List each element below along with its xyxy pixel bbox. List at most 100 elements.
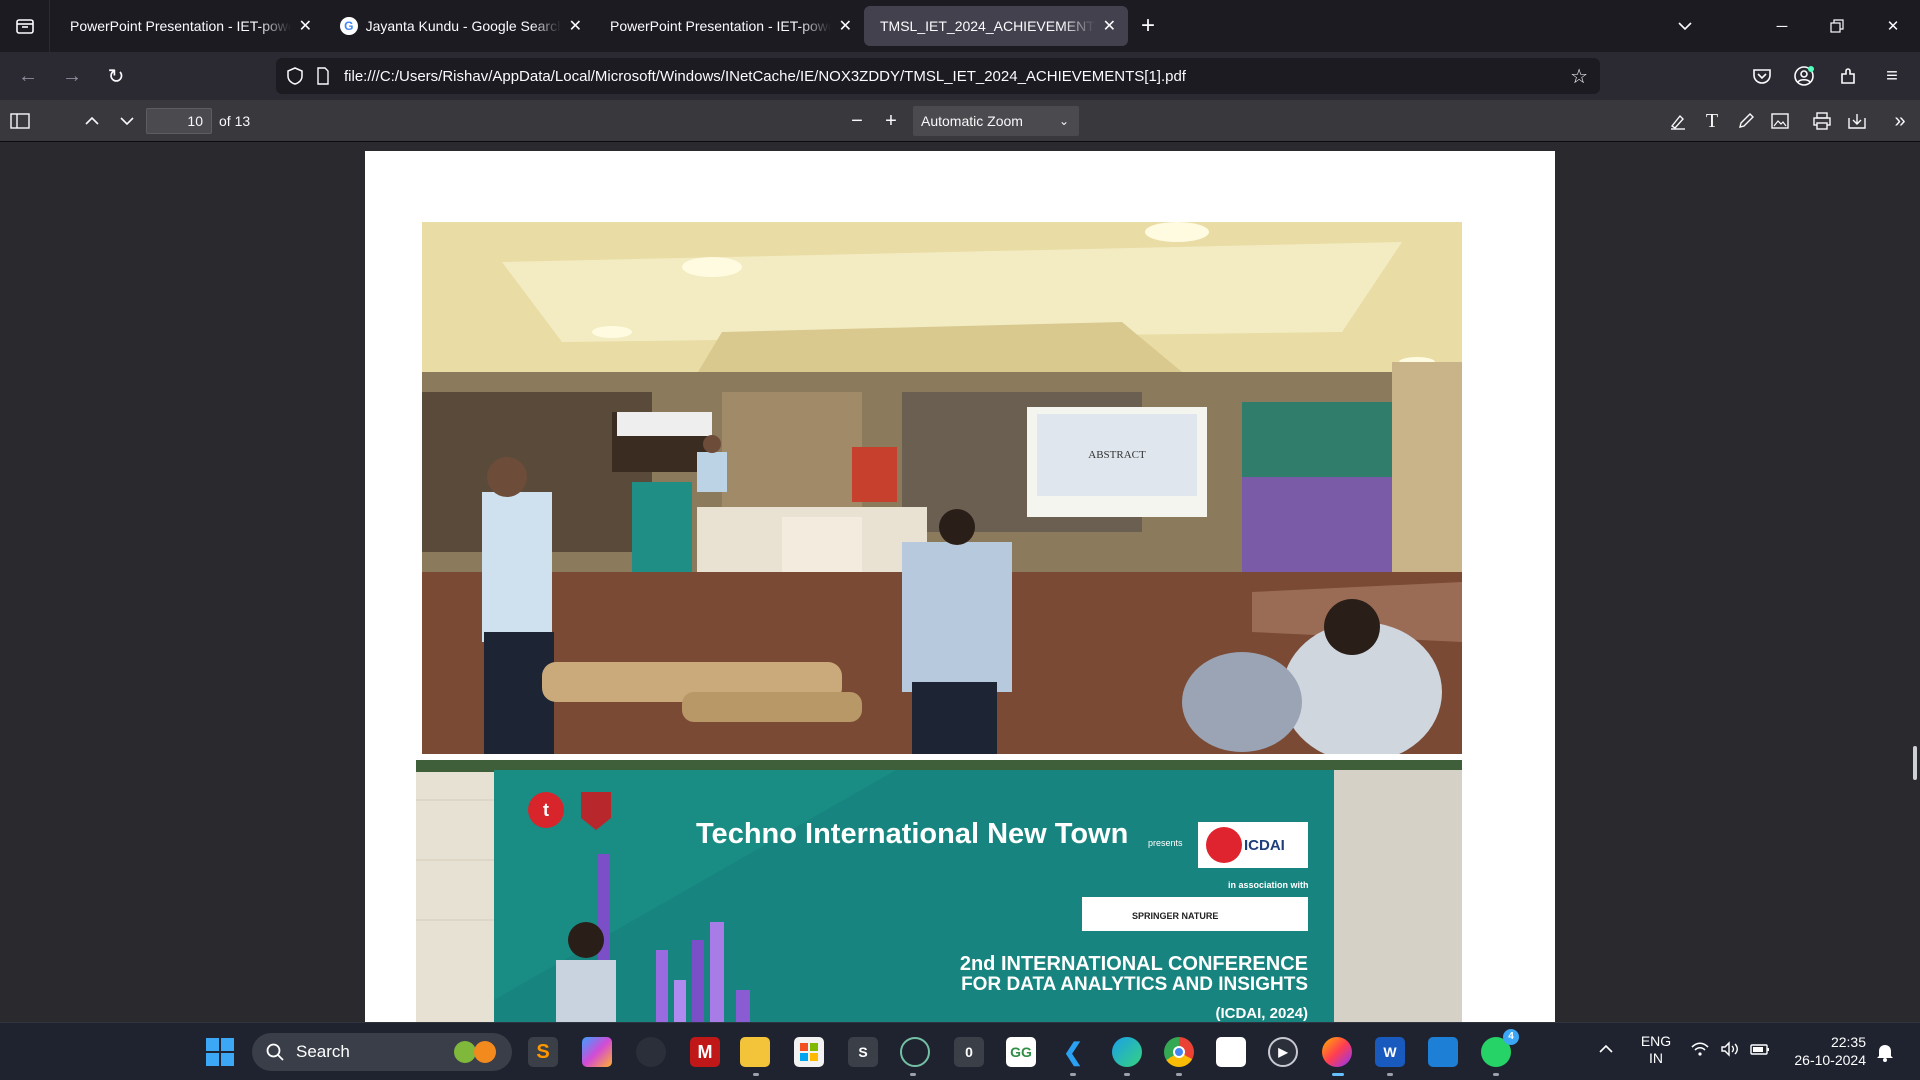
previous-page-button[interactable] [76,105,108,137]
scrollbar-thumb[interactable] [1913,746,1917,780]
chevron-down-icon [1678,22,1692,31]
whatsapp-icon[interactable]: 4 [1481,1029,1519,1067]
chatgpt-icon[interactable] [900,1037,930,1067]
edge-icon[interactable] [1112,1037,1142,1067]
restore-button[interactable] [1810,0,1864,52]
minimize-button[interactable]: ─ [1755,0,1809,52]
media-player-icon[interactable]: ▶ [1268,1037,1298,1067]
sidebar-toggle-button[interactable] [4,105,36,137]
taskbar-search-box[interactable]: Search [252,1033,512,1071]
tab-powerpoint-2[interactable]: PowerPoint Presentation - IET-power ✕ [594,6,864,46]
show-hidden-icons-button[interactable] [1598,1041,1614,1059]
tools-button[interactable]: » [1884,105,1916,137]
tab-title: Jayanta Kundu - Google Search [365,18,561,34]
conference-room-photo: ABSTRACT [422,222,1462,754]
new-tab-button[interactable]: + [1128,6,1168,46]
highlighter-icon [1670,114,1685,130]
close-icon[interactable]: ✕ [839,16,852,36]
clock-time: 22:35 [1830,1034,1866,1050]
running-indicator [910,1073,916,1076]
tab-title: TMSL_IET_2024_ACHIEVEMENTS[1].pdf [880,18,1095,34]
notification-badge: 4 [1503,1029,1519,1045]
file-explorer-icon[interactable] [740,1037,770,1067]
zero-icon[interactable]: 0 [954,1037,984,1067]
file-icon [317,67,329,85]
clock-date: 26-10-2024 [1794,1052,1866,1068]
text-button[interactable]: T [1696,105,1728,137]
pdf-toolbar: 10 of 13 − + Automatic Zoom ⌄ T » [0,100,1920,142]
account-icon [1794,66,1814,86]
steam-icon[interactable] [636,1037,666,1067]
firefox-icon[interactable] [1322,1037,1352,1067]
image-icon [1771,113,1789,129]
search-icon [266,1043,284,1061]
windows-taskbar: Search S M S 0 GG ❮ ▶ W 4 ENG IN 22:35 2… [0,1022,1920,1080]
draw-button[interactable] [1730,105,1762,137]
scribe-icon[interactable]: S [848,1037,878,1067]
extensions-button[interactable] [1826,56,1870,96]
firefox-view-button[interactable] [0,0,50,52]
snipping-tool-icon[interactable] [1216,1037,1246,1067]
reload-icon: ↻ [107,65,125,88]
system-tray-group[interactable] [1690,1041,1770,1057]
svg-text:presents: presents [1148,838,1183,848]
print-button[interactable] [1806,105,1838,137]
plus-icon: + [1140,12,1155,39]
word-icon[interactable]: W [1375,1037,1405,1067]
sublime-text-icon[interactable]: S [528,1037,558,1067]
reload-button[interactable]: ↻ [94,56,138,96]
chevron-up-icon [85,116,99,125]
close-window-button[interactable]: ✕ [1866,0,1920,52]
tab-title: PowerPoint Presentation - IET-power [610,18,831,34]
zoom-out-button[interactable]: − [841,105,873,137]
language-indicator[interactable]: ENG IN [1638,1033,1674,1067]
plus-icon: + [885,109,897,132]
conference-line-2: FOR DATA ANALYTICS AND INSIGHTS [961,974,1308,995]
firefox-view-icon [15,19,34,34]
microsoft-store-icon[interactable] [794,1037,824,1067]
image-button[interactable] [1764,105,1796,137]
photos-icon[interactable] [1428,1037,1458,1067]
navigation-bar: ← → ↻ file:///C:/Users/Rishav/AppData/Lo… [0,52,1920,100]
page-number-input[interactable]: 10 [146,108,212,134]
menu-button[interactable]: ≡ [1870,56,1914,96]
vscode-icon[interactable]: ❮ [1058,1037,1088,1067]
close-icon: ✕ [1886,18,1900,35]
zoom-select[interactable]: Automatic Zoom ⌄ [913,106,1079,136]
tab-pdf-active[interactable]: TMSL_IET_2024_ACHIEVEMENTS[1].pdf ✕ [864,6,1128,46]
highlight-button[interactable] [1662,105,1694,137]
forward-button[interactable]: → [50,56,94,96]
language-code: ENG [1640,1033,1672,1049]
list-all-tabs-button[interactable] [1658,0,1712,52]
pocket-button[interactable] [1740,56,1784,96]
next-page-button[interactable] [111,105,143,137]
copilot-icon[interactable] [582,1037,612,1067]
sidebar-icon [10,113,30,129]
running-indicator [1124,1073,1130,1076]
account-button[interactable] [1782,56,1826,96]
arrow-right-icon: → [62,64,82,87]
close-icon[interactable]: ✕ [299,16,312,36]
clock[interactable]: 22:35 26-10-2024 [1786,1033,1866,1069]
chrome-icon[interactable] [1164,1037,1194,1067]
tab-powerpoint-1[interactable]: PowerPoint Presentation - IET-power ✕ [54,6,324,46]
back-button[interactable]: ← [6,56,50,96]
chevron-up-icon [1599,1044,1613,1053]
tab-strip: PowerPoint Presentation - IET-power ✕ G … [0,0,1920,52]
running-indicator [1176,1073,1182,1076]
url-bar[interactable]: file:///C:/Users/Rishav/AppData/Local/Mi… [276,58,1600,94]
notifications-button[interactable] [1876,1042,1894,1067]
pdf-viewer[interactable]: ABSTRACT t Techno International New Town… [0,142,1920,1022]
close-icon[interactable]: ✕ [569,16,582,36]
close-icon[interactable]: ✕ [1103,16,1116,36]
save-button[interactable] [1841,105,1873,137]
geeksforgeeks-icon[interactable]: GG [1006,1037,1036,1067]
tab-google-search[interactable]: G Jayanta Kundu - Google Search ✕ [324,6,594,46]
mcafee-icon[interactable]: M [690,1037,720,1067]
zoom-in-button[interactable]: + [875,105,907,137]
star-icon[interactable]: ☆ [1570,64,1588,89]
windows-icon [206,1038,234,1066]
svg-text:in association with: in association with [1228,880,1309,890]
running-indicator-active [1332,1073,1344,1076]
start-button[interactable] [205,1037,235,1067]
